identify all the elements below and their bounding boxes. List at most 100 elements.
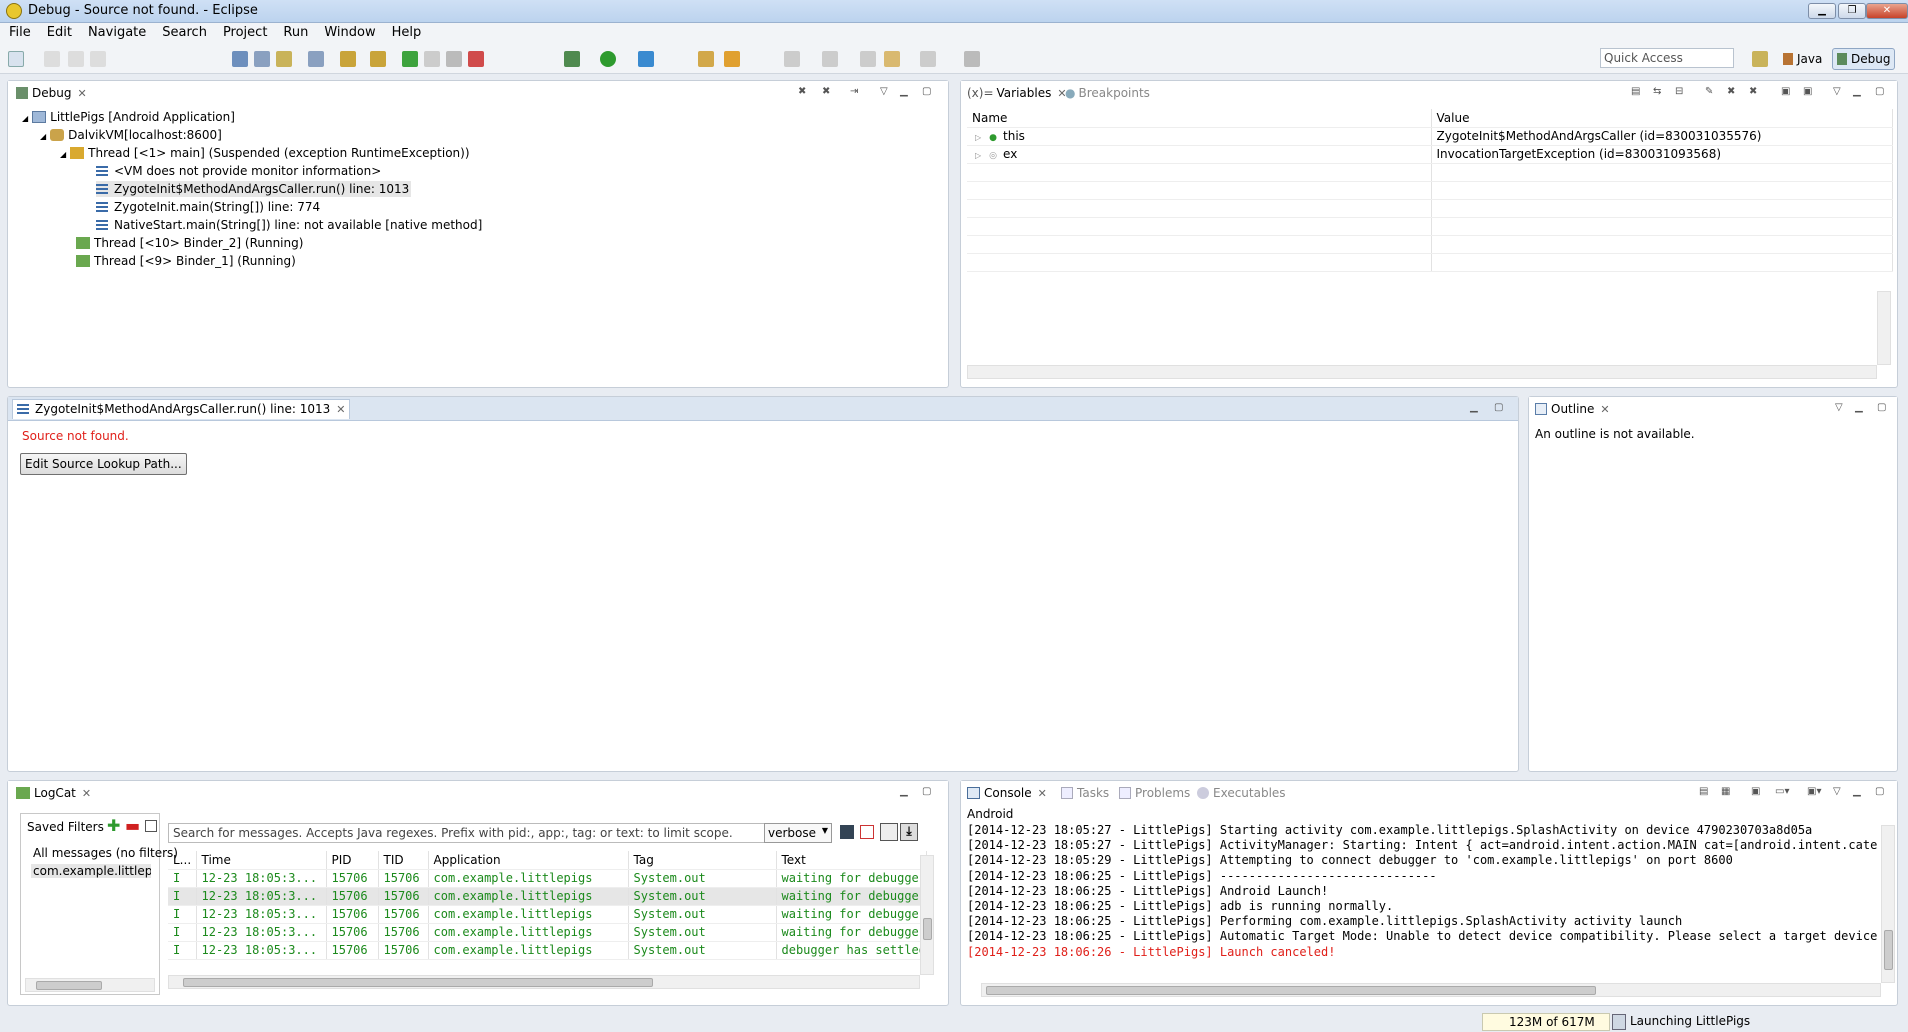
maximize-view-icon[interactable]: ▢ xyxy=(1877,402,1886,413)
disconnect-icon[interactable] xyxy=(468,51,484,67)
heap-status[interactable]: 123M of 617M xyxy=(1482,1013,1610,1031)
column-header-name[interactable]: Name xyxy=(967,109,1432,128)
close-button[interactable]: ✕ xyxy=(1866,3,1908,19)
remove-all-2-icon[interactable]: ✖ xyxy=(1749,86,1757,97)
scroll-lock-icon[interactable]: ▦ xyxy=(1721,786,1730,797)
tree-item-thread[interactable]: Thread [<10> Binder_2] (Running) xyxy=(76,235,303,251)
save-icon[interactable] xyxy=(44,51,60,67)
tree-item-frame[interactable]: ZygoteInit.main(String[]) line: 774 xyxy=(96,199,320,215)
tab-debug[interactable]: Debug ✕ xyxy=(12,84,91,104)
resume-icon[interactable] xyxy=(402,51,418,67)
drop-frame-icon[interactable] xyxy=(254,51,270,67)
close-icon[interactable]: ✕ xyxy=(1038,787,1047,800)
scroll-thumb[interactable] xyxy=(183,978,653,987)
logcat-vertical-scrollbar[interactable] xyxy=(920,855,934,975)
maximize-view-icon[interactable]: ▢ xyxy=(1875,786,1884,797)
log-row[interactable]: I 12-23 18:05:3... 15706 15706 com.example.l… xyxy=(168,887,927,906)
maximize-view-icon[interactable]: ▢ xyxy=(922,786,931,797)
maximize-view-icon[interactable]: ▢ xyxy=(1875,86,1884,97)
view-menu-icon[interactable]: ⇥ xyxy=(850,86,858,97)
next-annotation-icon[interactable] xyxy=(784,51,800,67)
menu-navigate[interactable]: Navigate xyxy=(79,23,153,40)
column-header-time[interactable]: Time xyxy=(196,851,327,870)
variables-horizontal-scrollbar[interactable] xyxy=(967,365,1877,379)
expander-icon[interactable]: ◢ xyxy=(22,114,28,123)
tab-tasks[interactable]: Tasks xyxy=(1057,784,1113,804)
java-perspective-button[interactable]: Java xyxy=(1778,48,1827,70)
console-vertical-scrollbar[interactable] xyxy=(1881,825,1895,983)
tree-item-thread[interactable]: Thread [<9> Binder_1] (Running) xyxy=(76,253,296,269)
column-header-application[interactable]: Application xyxy=(428,851,629,870)
menu-window[interactable]: Window xyxy=(315,23,382,40)
debug-perspective-button[interactable]: Debug xyxy=(1832,48,1896,70)
step-return-icon[interactable] xyxy=(370,51,386,67)
run-launch-icon[interactable] xyxy=(600,51,616,67)
variables-vertical-scrollbar[interactable] xyxy=(1877,291,1891,365)
menu-search[interactable]: Search xyxy=(153,23,214,40)
remove-all-terminated-icon[interactable]: ✖ xyxy=(822,86,830,97)
tab-problems[interactable]: Problems xyxy=(1115,784,1194,804)
minimize-view-icon[interactable]: ▁ xyxy=(1855,402,1863,413)
scroll-lock-icon[interactable]: ⤓ xyxy=(900,823,918,841)
table-row[interactable]: ▷ ◎ ex InvocationTargetException (id=830031… xyxy=(967,145,1893,164)
console-output[interactable]: [2014-12-23 18:05:27 - LittlePigs] Start… xyxy=(967,823,1877,965)
remove-terminated-icon[interactable]: ✖ xyxy=(798,86,806,97)
toggle-columns-icon[interactable] xyxy=(880,823,898,841)
column-header-text[interactable]: Text xyxy=(776,851,927,870)
close-icon[interactable]: ✕ xyxy=(82,787,91,800)
log-level-select[interactable]: verbose ▼ xyxy=(764,823,832,843)
logcat-search-input[interactable]: Search for messages. Accepts Java regexe… xyxy=(168,823,766,843)
minimize-view-icon[interactable]: ▁ xyxy=(1853,86,1861,97)
tab-outline[interactable]: Outline ✕ xyxy=(1531,400,1614,420)
quick-access-input[interactable]: Quick Access xyxy=(1600,48,1734,68)
column-header-level[interactable]: L... xyxy=(168,851,197,870)
show-type-names-icon[interactable]: ▤ xyxy=(1631,86,1640,97)
pin-console-icon[interactable]: ▣ xyxy=(1751,786,1760,797)
filter-item-all[interactable]: All messages (no filters) xyxy=(33,846,178,860)
open-type-icon[interactable] xyxy=(698,51,714,67)
scroll-thumb[interactable] xyxy=(986,986,1596,995)
tab-executables[interactable]: Executables xyxy=(1193,784,1290,804)
column-header-pid[interactable]: PID xyxy=(326,851,379,870)
tree-item-frame[interactable]: NativeStart.main(String[]) line: not ava… xyxy=(96,217,482,233)
menu-run[interactable]: Run xyxy=(274,23,315,40)
progress-status[interactable]: Launching LittlePigs xyxy=(1630,1014,1750,1028)
expander-icon[interactable]: ◢ xyxy=(40,132,46,141)
view-menu-chevron-icon[interactable]: ▽ xyxy=(1833,786,1841,797)
log-row[interactable]: I 12-23 18:05:3... 15706 15706 com.example.l… xyxy=(168,869,927,888)
tab-editor-zygoteinit[interactable]: ZygoteInit$MethodAndArgsCaller.run() lin… xyxy=(12,399,351,419)
save-all-icon[interactable] xyxy=(68,51,84,67)
step-over-icon[interactable] xyxy=(340,51,356,67)
new-icon[interactable] xyxy=(8,51,24,67)
minimize-editor-icon[interactable]: ▁ xyxy=(1470,402,1478,413)
table-row[interactable]: ▷ ● this ZygoteInit$MethodAndArgsCaller (id… xyxy=(967,127,1893,146)
external-tools-icon[interactable] xyxy=(638,51,654,67)
menu-help[interactable]: Help xyxy=(383,23,429,40)
use-step-filters-icon[interactable] xyxy=(276,51,292,67)
clear-console-icon[interactable]: ▤ xyxy=(1699,786,1708,797)
expander-icon[interactable]: ▷ xyxy=(975,151,981,160)
menu-project[interactable]: Project xyxy=(214,23,274,40)
tree-item-launch[interactable]: ◢ LittlePigs [Android Application] xyxy=(22,109,235,127)
tree-item-vm[interactable]: ◢ DalvikVM[localhost:8600] xyxy=(40,127,222,145)
scroll-thumb[interactable] xyxy=(923,918,932,940)
last-edit-location-icon[interactable] xyxy=(860,51,876,67)
view-menu-chevron-icon[interactable]: ▽ xyxy=(1835,402,1843,413)
menu-edit[interactable]: Edit xyxy=(38,23,79,40)
filter-item-littlepigs[interactable]: com.example.littlepigs xyxy=(31,864,151,878)
column-header-value[interactable]: Value xyxy=(1431,109,1893,128)
pin-view-icon[interactable]: ▣ xyxy=(1803,86,1812,97)
minimize-button[interactable]: ▁ xyxy=(1808,3,1836,19)
skip-breakpoints-icon[interactable] xyxy=(232,51,248,67)
close-icon[interactable]: ✕ xyxy=(336,403,345,416)
tree-item-thread-main[interactable]: ◢ Thread [<1> main] (Suspended (exception… xyxy=(60,145,470,163)
print-icon[interactable] xyxy=(90,51,106,67)
tree-item-frame-selected[interactable]: ZygoteInit$MethodAndArgsCaller.run() lin… xyxy=(96,181,412,197)
collapse-all-icon[interactable]: ⊟ xyxy=(1675,86,1683,97)
log-row[interactable]: I 12-23 18:05:3... 15706 15706 com.example.l… xyxy=(168,905,927,924)
save-log-icon[interactable] xyxy=(840,825,854,839)
step-into-icon[interactable] xyxy=(308,51,324,67)
remove-all-icon[interactable]: ✖ xyxy=(1727,86,1735,97)
expander-icon[interactable]: ▷ xyxy=(975,133,981,142)
back-icon[interactable] xyxy=(884,51,900,67)
